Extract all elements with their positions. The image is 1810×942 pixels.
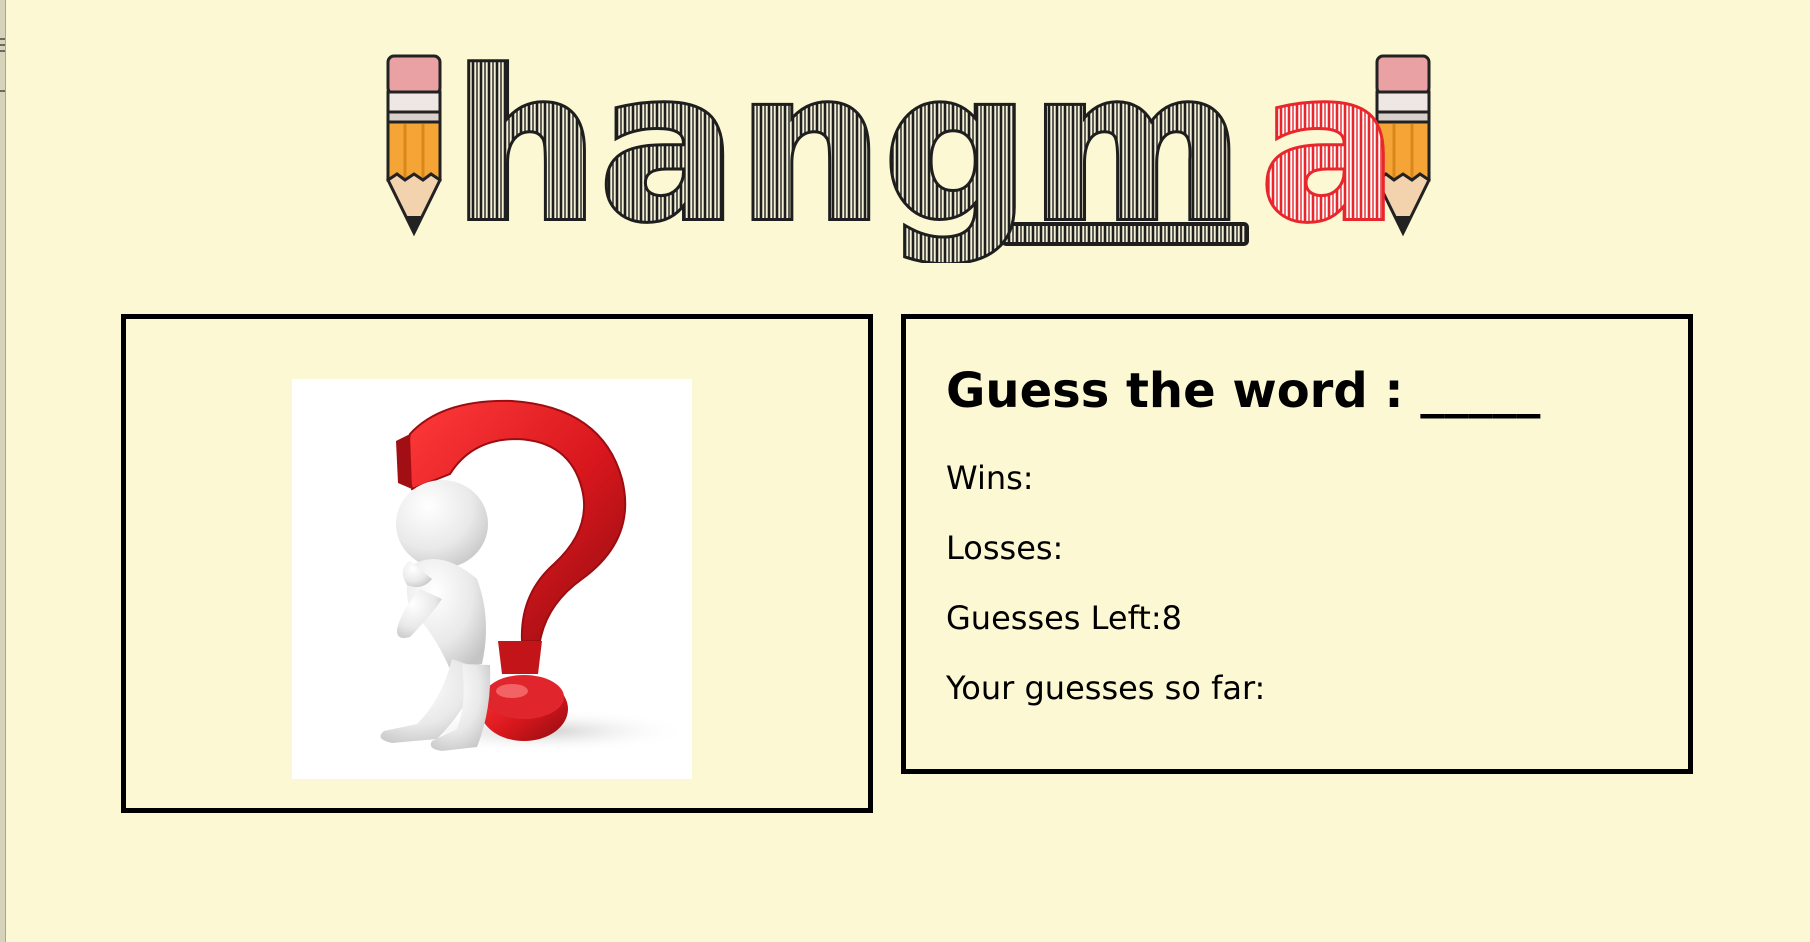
guesses-left-label: Guesses Left: bbox=[946, 599, 1162, 637]
edge-tick bbox=[0, 38, 5, 40]
losses-label: Losses: bbox=[946, 529, 1064, 567]
guess-word-label: Guess the word : bbox=[946, 363, 1404, 419]
edge-tick bbox=[0, 90, 5, 92]
edge-tick bbox=[0, 50, 5, 52]
guess-word-heading: Guess the word : _____ bbox=[946, 362, 1540, 420]
word-blanks: _____ bbox=[1420, 363, 1541, 419]
thinking-figure-question-mark-image bbox=[292, 379, 692, 779]
wins-label: Wins: bbox=[946, 459, 1034, 497]
guesses-so-far-stat: Your guesses so far: bbox=[946, 668, 1265, 708]
edge-tick bbox=[0, 44, 5, 46]
guesses-left-stat: Guesses Left:8 bbox=[946, 598, 1182, 638]
guesses-left-value: 8 bbox=[1161, 599, 1182, 637]
pencil-left-icon bbox=[386, 54, 442, 237]
logo-text: hangman bbox=[453, 29, 1440, 263]
window-left-edge bbox=[0, 0, 6, 942]
hangman-logo: hangman bbox=[375, 28, 1440, 263]
guesses-so-far-label: Your guesses so far: bbox=[946, 669, 1266, 707]
wins-stat: Wins: bbox=[946, 458, 1034, 498]
losses-stat: Losses: bbox=[946, 528, 1063, 568]
